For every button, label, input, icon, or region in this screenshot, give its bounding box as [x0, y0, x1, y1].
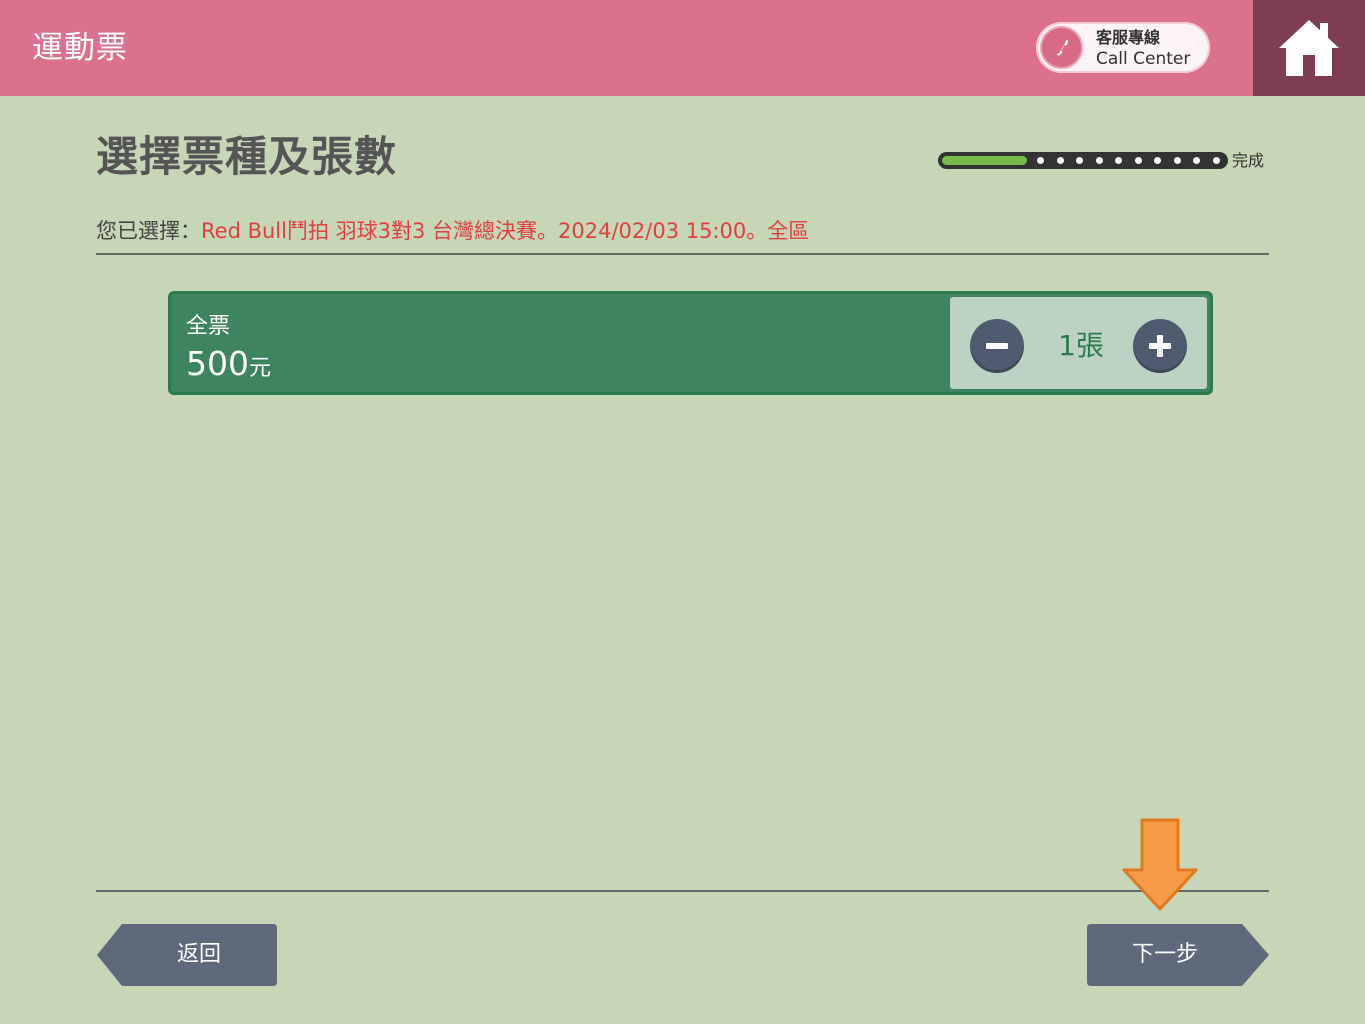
- ticket-price-amount: 500: [186, 344, 249, 383]
- back-button[interactable]: 返回: [96, 923, 278, 987]
- minus-icon: [986, 343, 1008, 349]
- increase-quantity-button[interactable]: [1133, 319, 1187, 373]
- next-button-label: 下一步: [1131, 942, 1198, 967]
- ticket-price-unit: 元: [249, 356, 272, 381]
- progress-step-dot: [1193, 157, 1200, 164]
- ticket-price: 500元: [186, 344, 271, 384]
- back-button-label: 返回: [176, 942, 221, 967]
- ticket-card: 全票 500元 1張: [168, 291, 1213, 395]
- progress-step-dot: [1115, 157, 1122, 164]
- quantity-value: 1張: [1058, 329, 1104, 362]
- call-center-button[interactable]: 客服專線 Call Center: [1036, 22, 1210, 73]
- bottom-divider: [96, 890, 1269, 892]
- phone-icon: [1040, 26, 1083, 69]
- progress-step-dot: [1154, 157, 1161, 164]
- progress-step-dot: [1057, 157, 1064, 164]
- call-center-label-zh: 客服專線: [1096, 28, 1161, 47]
- selection-value: Red Bull鬥拍 羽球3對3 台灣總決賽。2024/02/03 15:00。…: [201, 219, 810, 243]
- progress-step-dot: [1096, 157, 1103, 164]
- header-bar: 運動票 客服專線 Call Center: [0, 0, 1365, 96]
- progress-step-dot: [1076, 157, 1083, 164]
- down-arrow-icon: [1122, 818, 1198, 911]
- progress-step-dot: [1135, 157, 1142, 164]
- selection-summary: 您已選擇：Red Bull鬥拍 羽球3對3 台灣總決賽。2024/02/03 1…: [96, 216, 809, 246]
- app-title: 運動票: [32, 30, 128, 66]
- ticket-type: 全票: [186, 314, 231, 339]
- progress-fill: [942, 156, 1027, 165]
- top-divider: [96, 253, 1269, 255]
- home-button[interactable]: [1253, 0, 1365, 96]
- call-center-label-en: Call Center: [1096, 49, 1191, 69]
- progress-step-dot: [1213, 157, 1220, 164]
- home-icon: [1279, 20, 1339, 76]
- progress-end-label: 完成: [1232, 151, 1265, 170]
- quantity-stepper: 1張: [950, 297, 1207, 389]
- decrease-quantity-button[interactable]: [970, 319, 1024, 373]
- progress-step-dot: [1037, 157, 1044, 164]
- hint-arrow: [1120, 818, 1200, 916]
- plus-icon: [1149, 335, 1171, 357]
- page-title: 選擇票種及張數: [96, 132, 398, 181]
- next-button[interactable]: 下一步: [1086, 923, 1270, 987]
- progress-step-dot: [1174, 157, 1181, 164]
- progress-bar: [938, 152, 1228, 169]
- selection-label: 您已選擇：: [96, 219, 201, 243]
